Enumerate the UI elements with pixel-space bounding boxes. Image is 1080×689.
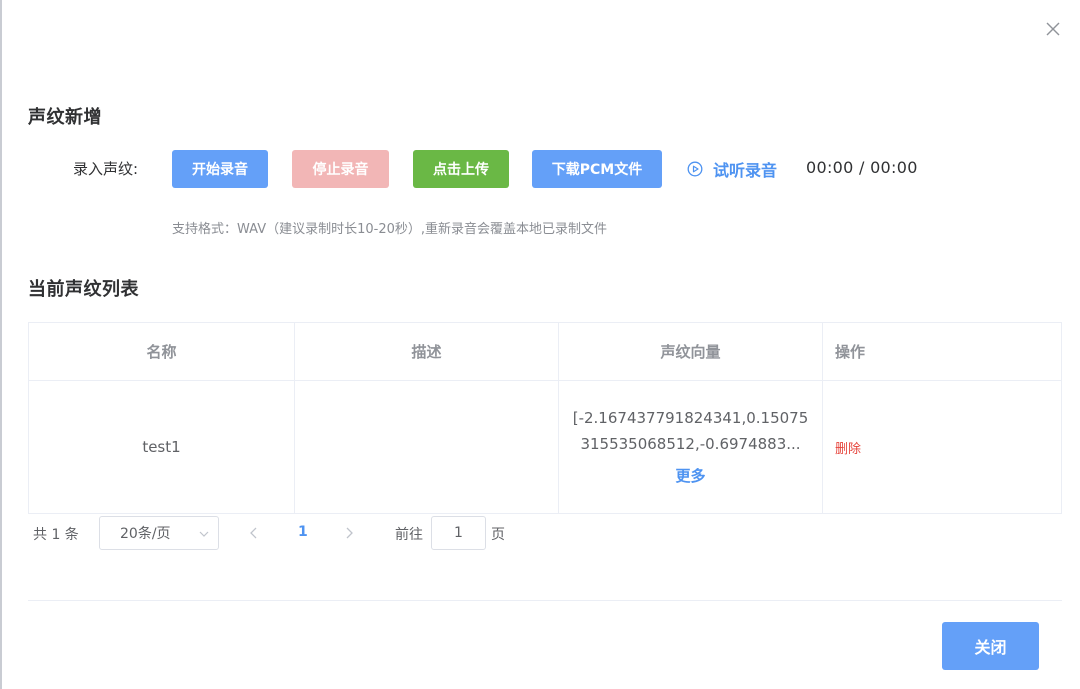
delete-link[interactable]: 删除 <box>835 438 861 457</box>
row-vector: [-2.167437791824341,0.15075 315535068512… <box>573 405 809 489</box>
page-suffix: 页 <box>491 527 505 543</box>
row-vector-line-2: 315535068512,-0.6974883... <box>580 435 801 453</box>
chevron-left-icon[interactable] <box>247 525 261 545</box>
pagination: 共 1 条 20条/页 1 前往 页 <box>2 516 602 552</box>
pagination-total: 共 1 条 <box>33 527 79 543</box>
footer-divider <box>28 600 1062 601</box>
format-hint: 支持格式：WAV（建议录制时长10-20秒）,重新录音会覆盖本地已录制文件 <box>172 222 608 237</box>
page-size-select[interactable]: 20条/页 <box>99 516 219 550</box>
column-header-description: 描述 <box>411 343 442 361</box>
download-pcm-button[interactable]: 下载PCM文件 <box>532 150 662 188</box>
upload-button[interactable]: 点击上传 <box>413 150 509 188</box>
row-name: test1 <box>142 438 181 456</box>
list-section-title: 当前声纹列表 <box>28 279 139 300</box>
voiceprint-table: 名称 描述 声纹向量 操作 test1 [-2.167437791824341,… <box>28 322 1062 514</box>
table-row: test1 [-2.167437791824341,0.15075 315535… <box>29 381 1061 513</box>
goto-label: 前往 <box>395 527 423 543</box>
page-number-current[interactable]: 1 <box>298 524 308 540</box>
close-button[interactable]: 关闭 <box>942 622 1039 670</box>
goto-page-input[interactable] <box>431 516 486 550</box>
more-link[interactable]: 更多 <box>675 463 705 489</box>
voiceprint-dialog: 声纹新增 录入声纹: 开始录音 停止录音 点击上传 下载PCM文件 试听录音 0… <box>0 0 1080 689</box>
play-circle-icon <box>687 161 703 177</box>
start-recording-button[interactable]: 开始录音 <box>172 150 268 188</box>
close-icon[interactable] <box>1043 19 1063 39</box>
chevron-down-icon <box>198 528 210 544</box>
column-header-name: 名称 <box>146 343 177 361</box>
record-label: 录入声纹: <box>73 160 139 178</box>
table-header: 名称 描述 声纹向量 操作 <box>29 323 1061 381</box>
column-header-vector: 声纹向量 <box>660 343 721 361</box>
preview-recording-link[interactable]: 试听录音 <box>687 157 777 181</box>
row-vector-line-1: [-2.167437791824341,0.15075 <box>572 409 809 427</box>
column-header-actions: 操作 <box>835 343 866 361</box>
stop-recording-button[interactable]: 停止录音 <box>292 150 389 188</box>
recording-time: 00:00 / 00:00 <box>806 158 918 177</box>
preview-recording-label: 试听录音 <box>713 161 778 180</box>
add-section-title: 声纹新增 <box>28 107 102 128</box>
page-size-value: 20条/页 <box>120 526 171 542</box>
chevron-right-icon[interactable] <box>342 525 356 545</box>
